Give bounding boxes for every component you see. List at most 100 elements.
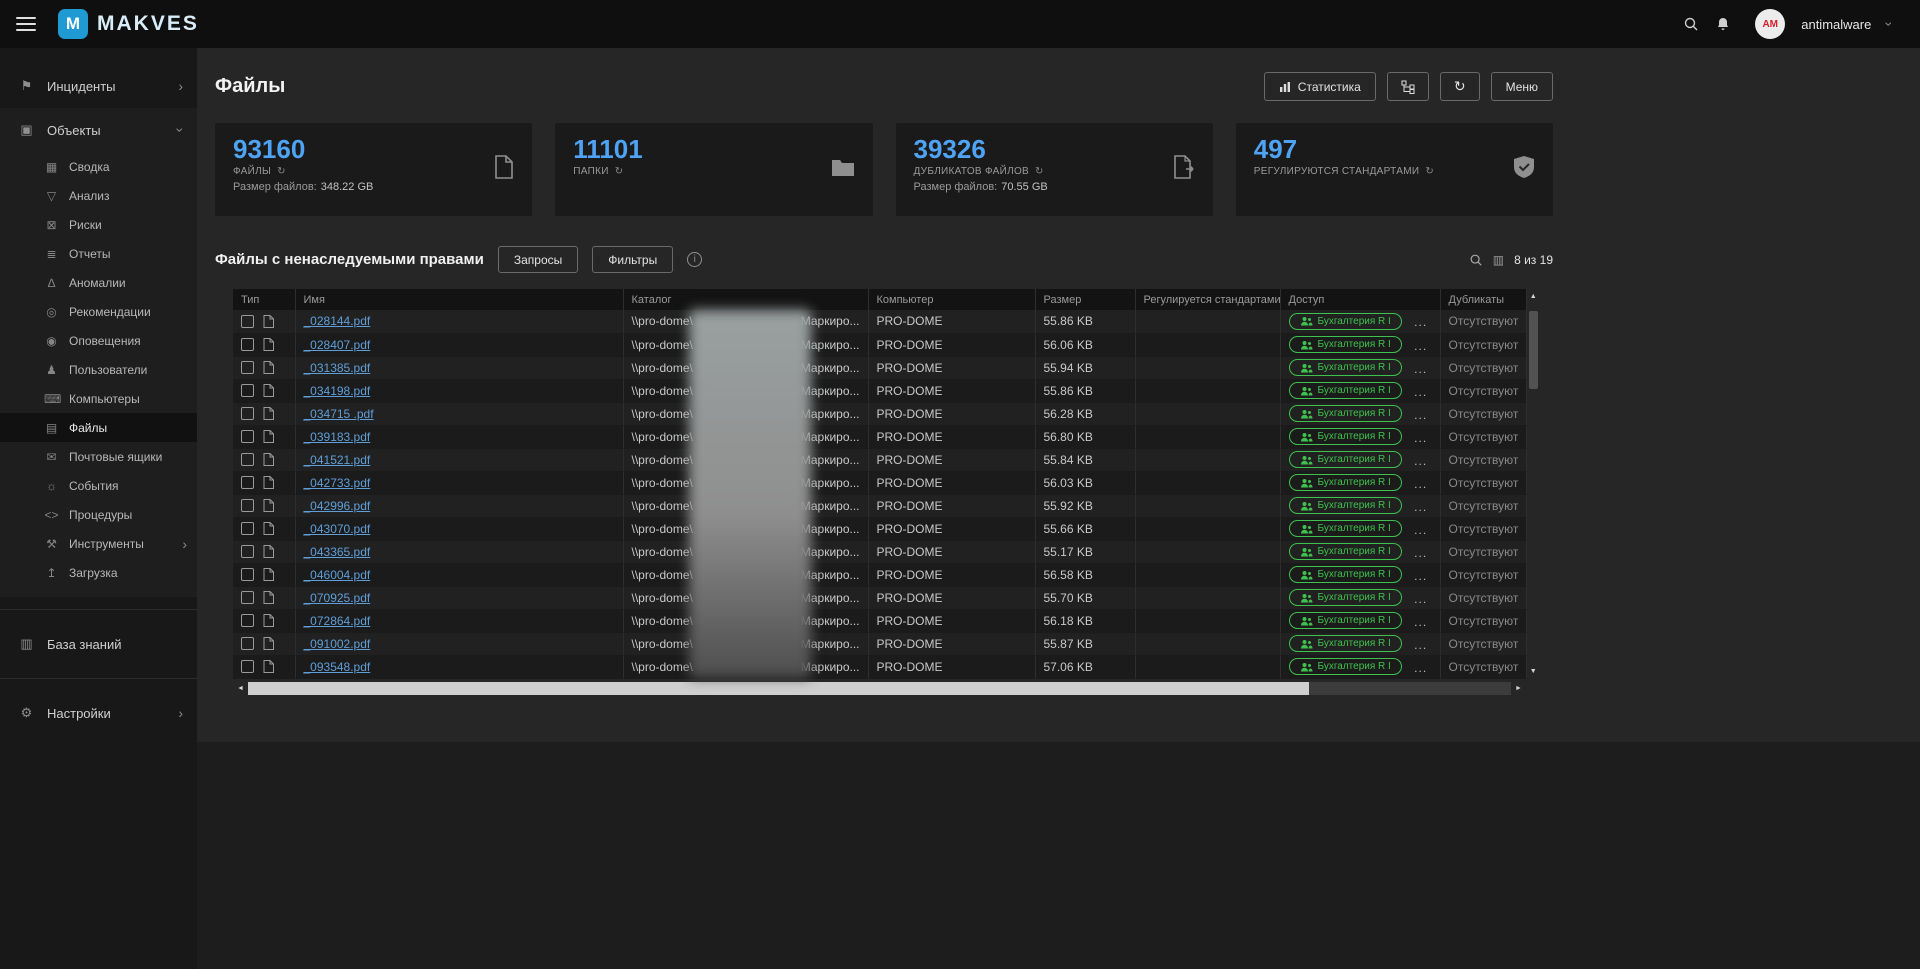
sidebar-item-upload[interactable]: ↥Загрузка bbox=[0, 558, 197, 587]
access-group-badge[interactable]: Бухгалтерия R I bbox=[1289, 405, 1402, 422]
access-group-badge[interactable]: Бухгалтерия R I bbox=[1289, 359, 1402, 376]
tree-view-button[interactable] bbox=[1387, 72, 1429, 101]
file-name-link[interactable]: _046004.pdf bbox=[304, 568, 371, 582]
more-access-button[interactable]: ... bbox=[1414, 661, 1427, 675]
more-access-button[interactable]: ... bbox=[1414, 454, 1427, 468]
vertical-scroll-thumb[interactable] bbox=[1529, 311, 1538, 389]
table-row[interactable]: _034198.pdf \\pro-dome\ Маркиро... PRO-D… bbox=[233, 379, 1526, 402]
row-checkbox[interactable] bbox=[241, 315, 254, 328]
file-name-link[interactable]: _072864.pdf bbox=[304, 614, 371, 628]
more-access-button[interactable]: ... bbox=[1414, 546, 1427, 560]
refresh-icon[interactable]: ↻ bbox=[277, 166, 286, 177]
table-row[interactable]: _042996.pdf \\pro-dome\ Маркиро... PRO-D… bbox=[233, 494, 1526, 517]
sidebar-item-incidents[interactable]: ⚑ Инциденты › bbox=[0, 64, 197, 108]
scroll-right-icon[interactable]: ► bbox=[1511, 682, 1526, 695]
column-header[interactable]: Дубликаты bbox=[1440, 289, 1526, 310]
table-row[interactable]: _042733.pdf \\pro-dome\ Маркиро... PRO-D… bbox=[233, 471, 1526, 494]
refresh-icon[interactable]: ↻ bbox=[615, 166, 624, 177]
file-name-link[interactable]: _034198.pdf bbox=[304, 384, 371, 398]
table-row[interactable]: _041521.pdf \\pro-dome\ Маркиро... PRO-D… bbox=[233, 448, 1526, 471]
row-checkbox[interactable] bbox=[241, 522, 254, 535]
more-access-button[interactable]: ... bbox=[1414, 500, 1427, 514]
menu-button[interactable]: Меню bbox=[1491, 72, 1553, 101]
sidebar-item-user[interactable]: ♟Пользователи bbox=[0, 355, 197, 384]
row-checkbox[interactable] bbox=[241, 499, 254, 512]
sidebar-item-computer[interactable]: ⌨Компьютеры bbox=[0, 384, 197, 413]
pagination[interactable]: 8 из 19 bbox=[1514, 253, 1553, 267]
table-row[interactable]: _093548.pdf \\pro-dome\ Маркиро... PRO-D… bbox=[233, 655, 1526, 678]
column-header[interactable]: Тип bbox=[233, 289, 295, 310]
sidebar-item-filter[interactable]: ▽Анализ bbox=[0, 181, 197, 210]
statistics-button[interactable]: Статистика bbox=[1264, 72, 1376, 101]
more-access-button[interactable]: ... bbox=[1414, 408, 1427, 422]
row-checkbox[interactable] bbox=[241, 591, 254, 604]
access-group-badge[interactable]: Бухгалтерия R I bbox=[1289, 543, 1402, 560]
sidebar-item-grid[interactable]: ▦Сводка bbox=[0, 152, 197, 181]
row-checkbox[interactable] bbox=[241, 637, 254, 650]
column-header[interactable]: Доступ bbox=[1280, 289, 1440, 310]
scroll-left-icon[interactable]: ◄ bbox=[233, 682, 248, 695]
user-avatar[interactable]: AM bbox=[1755, 9, 1785, 39]
sidebar-item-recommendation[interactable]: ◎Рекомендации bbox=[0, 297, 197, 326]
sidebar-item-mailbox[interactable]: ✉Почтовые ящики bbox=[0, 442, 197, 471]
sidebar-item-event[interactable]: ☼События bbox=[0, 471, 197, 500]
sidebar-item-alert[interactable]: ◉Оповещения bbox=[0, 326, 197, 355]
row-checkbox[interactable] bbox=[241, 430, 254, 443]
refresh-icon[interactable]: ↻ bbox=[1425, 166, 1434, 177]
table-row[interactable]: _072864.pdf \\pro-dome\ Маркиро... PRO-D… bbox=[233, 609, 1526, 632]
access-group-badge[interactable]: Бухгалтерия R I bbox=[1289, 382, 1402, 399]
table-row[interactable]: _046004.pdf \\pro-dome\ Маркиро... PRO-D… bbox=[233, 563, 1526, 586]
more-access-button[interactable]: ... bbox=[1414, 431, 1427, 445]
table-row[interactable]: _043070.pdf \\pro-dome\ Маркиро... PRO-D… bbox=[233, 517, 1526, 540]
hamburger-menu-icon[interactable] bbox=[16, 17, 36, 31]
table-row[interactable]: _039183.pdf \\pro-dome\ Маркиро... PRO-D… bbox=[233, 425, 1526, 448]
file-name-link[interactable]: _039183.pdf bbox=[304, 430, 371, 444]
access-group-badge[interactable]: Бухгалтерия R I bbox=[1289, 612, 1402, 629]
file-name-link[interactable]: _031385.pdf bbox=[304, 361, 371, 375]
file-name-link[interactable]: _041521.pdf bbox=[304, 453, 371, 467]
access-group-badge[interactable]: Бухгалтерия R I bbox=[1289, 313, 1402, 330]
filters-button[interactable]: Фильтры bbox=[592, 246, 673, 273]
file-name-link[interactable]: _070925.pdf bbox=[304, 591, 371, 605]
row-checkbox[interactable] bbox=[241, 614, 254, 627]
file-name-link[interactable]: _043365.pdf bbox=[304, 545, 371, 559]
more-access-button[interactable]: ... bbox=[1414, 569, 1427, 583]
row-checkbox[interactable] bbox=[241, 407, 254, 420]
row-checkbox[interactable] bbox=[241, 453, 254, 466]
sidebar-item-settings[interactable]: ⚙ Настройки › bbox=[0, 691, 197, 735]
file-name-link[interactable]: _028407.pdf bbox=[304, 338, 371, 352]
table-row[interactable]: _091002.pdf \\pro-dome\ Маркиро... PRO-D… bbox=[233, 632, 1526, 655]
row-checkbox[interactable] bbox=[241, 384, 254, 397]
file-name-link[interactable]: _091002.pdf bbox=[304, 637, 371, 651]
sidebar-item-anomaly[interactable]: ∆Аномалии bbox=[0, 268, 197, 297]
more-access-button[interactable]: ... bbox=[1414, 362, 1427, 376]
column-header[interactable]: Каталог bbox=[623, 289, 868, 310]
access-group-badge[interactable]: Бухгалтерия R I bbox=[1289, 566, 1402, 583]
table-row[interactable]: _034715 .pdf \\pro-dome\ Маркиро... PRO-… bbox=[233, 402, 1526, 425]
row-checkbox[interactable] bbox=[241, 361, 254, 374]
table-row[interactable]: _028144.pdf \\pro-dome\ Маркиро... PRO-D… bbox=[233, 310, 1526, 333]
sidebar-item-objects[interactable]: ▣ Объекты › bbox=[0, 108, 197, 152]
horizontal-scrollbar[interactable]: ◄ ► bbox=[233, 682, 1526, 695]
more-access-button[interactable]: ... bbox=[1414, 592, 1427, 606]
file-name-link[interactable]: _042996.pdf bbox=[304, 499, 371, 513]
access-group-badge[interactable]: Бухгалтерия R I bbox=[1289, 474, 1402, 491]
file-name-link[interactable]: _043070.pdf bbox=[304, 522, 371, 536]
table-row[interactable]: _043365.pdf \\pro-dome\ Маркиро... PRO-D… bbox=[233, 540, 1526, 563]
row-checkbox[interactable] bbox=[241, 338, 254, 351]
access-group-badge[interactable]: Бухгалтерия R I bbox=[1289, 428, 1402, 445]
more-access-button[interactable]: ... bbox=[1414, 523, 1427, 537]
more-access-button[interactable]: ... bbox=[1414, 315, 1427, 329]
scroll-down-icon[interactable]: ▼ bbox=[1530, 664, 1537, 678]
row-checkbox[interactable] bbox=[241, 660, 254, 673]
access-group-badge[interactable]: Бухгалтерия R I bbox=[1289, 589, 1402, 606]
queries-button[interactable]: Запросы bbox=[498, 246, 578, 273]
row-checkbox[interactable] bbox=[241, 476, 254, 489]
file-name-link[interactable]: _034715 .pdf bbox=[304, 407, 374, 421]
info-icon[interactable]: i bbox=[687, 252, 702, 267]
more-access-button[interactable]: ... bbox=[1414, 477, 1427, 491]
horizontal-scroll-thumb[interactable] bbox=[248, 682, 1309, 695]
access-group-badge[interactable]: Бухгалтерия R I bbox=[1289, 658, 1402, 675]
row-checkbox[interactable] bbox=[241, 568, 254, 581]
access-group-badge[interactable]: Бухгалтерия R I bbox=[1289, 520, 1402, 537]
